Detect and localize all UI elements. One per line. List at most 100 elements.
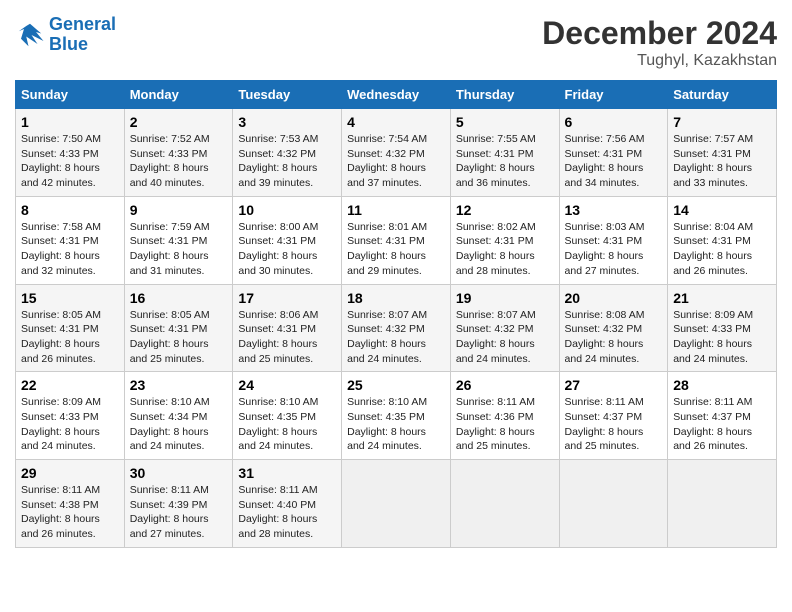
cell-text: Sunrise: 8:07 AMSunset: 4:32 PMDaylight:… (456, 308, 554, 367)
calendar-week-4: 22 Sunrise: 8:09 AMSunset: 4:33 PMDayligh… (16, 372, 777, 460)
cell-text: Sunrise: 8:04 AMSunset: 4:31 PMDaylight:… (673, 220, 771, 279)
calendar-cell: 1Sunrise: 7:50 AMSunset: 4:33 PMDaylight… (16, 109, 125, 197)
calendar-cell: 3 Sunrise: 7:53 AMSunset: 4:32 PMDaylight… (233, 109, 342, 197)
day-number: 5 (456, 114, 554, 130)
title-block: December 2024 Tughyl, Kazakhstan (542, 15, 777, 70)
calendar-cell: 11 Sunrise: 8:01 AMSunset: 4:31 PMDayligh… (342, 196, 451, 284)
day-number: 7 (673, 114, 771, 130)
day-number: 27 (565, 377, 663, 393)
calendar-cell (450, 460, 559, 548)
calendar-cell: 16Sunrise: 8:05 AMSunset: 4:31 PMDayligh… (124, 284, 233, 372)
calendar-cell: 28Sunrise: 8:11 AMSunset: 4:37 PMDayligh… (668, 372, 777, 460)
day-number: 6 (565, 114, 663, 130)
calendar-cell: 31Sunrise: 8:11 AMSunset: 4:40 PMDayligh… (233, 460, 342, 548)
calendar-week-2: 8Sunrise: 7:58 AMSunset: 4:31 PMDaylight… (16, 196, 777, 284)
day-number: 20 (565, 290, 663, 306)
dow-header-friday: Friday (559, 81, 668, 109)
calendar-cell: 13Sunrise: 8:03 AMSunset: 4:31 PMDayligh… (559, 196, 668, 284)
cell-text: Sunrise: 7:56 AMSunset: 4:31 PMDaylight:… (565, 132, 663, 191)
cell-text: Sunrise: 8:10 AMSunset: 4:35 PMDaylight:… (347, 395, 445, 454)
logo-icon (15, 20, 45, 50)
day-of-week-header-row: SundayMondayTuesdayWednesdayThursdayFrid… (16, 81, 777, 109)
cell-text: Sunrise: 8:05 AMSunset: 4:31 PMDaylight:… (21, 308, 119, 367)
day-number: 15 (21, 290, 119, 306)
calendar-cell: 9 Sunrise: 7:59 AMSunset: 4:31 PMDaylight… (124, 196, 233, 284)
cell-text: Sunrise: 8:11 AMSunset: 4:38 PMDaylight:… (21, 483, 119, 542)
calendar-cell: 26 Sunrise: 8:11 AMSunset: 4:36 PMDayligh… (450, 372, 559, 460)
calendar-cell: 29 Sunrise: 8:11 AMSunset: 4:38 PMDayligh… (16, 460, 125, 548)
cell-text: Sunrise: 8:08 AMSunset: 4:32 PMDaylight:… (565, 308, 663, 367)
day-number: 4 (347, 114, 445, 130)
calendar-cell: 4 Sunrise: 7:54 AMSunset: 4:32 PMDaylight… (342, 109, 451, 197)
cell-text: Sunrise: 7:52 AMSunset: 4:33 PMDaylight:… (130, 132, 228, 191)
cell-text: Sunrise: 8:09 AMSunset: 4:33 PMDaylight:… (673, 308, 771, 367)
cell-text: Sunrise: 8:10 AMSunset: 4:35 PMDaylight:… (238, 395, 336, 454)
day-number: 19 (456, 290, 554, 306)
day-number: 31 (238, 465, 336, 481)
calendar-cell: 7 Sunrise: 7:57 AMSunset: 4:31 PMDaylight… (668, 109, 777, 197)
cell-text: Sunrise: 7:58 AMSunset: 4:31 PMDaylight:… (21, 220, 119, 279)
cell-text: Sunrise: 7:53 AMSunset: 4:32 PMDaylight:… (238, 132, 336, 191)
calendar-cell: 27Sunrise: 8:11 AMSunset: 4:37 PMDayligh… (559, 372, 668, 460)
day-number: 24 (238, 377, 336, 393)
cell-text: Sunrise: 7:55 AMSunset: 4:31 PMDaylight:… (456, 132, 554, 191)
dow-header-monday: Monday (124, 81, 233, 109)
calendar-cell (342, 460, 451, 548)
calendar-cell: 2 Sunrise: 7:52 AMSunset: 4:33 PMDaylight… (124, 109, 233, 197)
cell-text: Sunrise: 8:09 AMSunset: 4:33 PMDaylight:… (21, 395, 119, 454)
cell-text: Sunrise: 7:57 AMSunset: 4:31 PMDaylight:… (673, 132, 771, 191)
calendar-cell (668, 460, 777, 548)
calendar-week-1: 1Sunrise: 7:50 AMSunset: 4:33 PMDaylight… (16, 109, 777, 197)
cell-text: Sunrise: 8:07 AMSunset: 4:32 PMDaylight:… (347, 308, 445, 367)
calendar-cell: 20 Sunrise: 8:08 AMSunset: 4:32 PMDayligh… (559, 284, 668, 372)
day-number: 12 (456, 202, 554, 218)
calendar-table: SundayMondayTuesdayWednesdayThursdayFrid… (15, 80, 777, 548)
calendar-cell: 25 Sunrise: 8:10 AMSunset: 4:35 PMDayligh… (342, 372, 451, 460)
day-number: 11 (347, 202, 445, 218)
day-number: 14 (673, 202, 771, 218)
day-number: 29 (21, 465, 119, 481)
dow-header-sunday: Sunday (16, 81, 125, 109)
calendar-week-5: 29 Sunrise: 8:11 AMSunset: 4:38 PMDayligh… (16, 460, 777, 548)
cell-text: Sunrise: 7:54 AMSunset: 4:32 PMDaylight:… (347, 132, 445, 191)
dow-header-wednesday: Wednesday (342, 81, 451, 109)
cell-text: Sunrise: 8:11 AMSunset: 4:37 PMDaylight:… (673, 395, 771, 454)
day-number: 2 (130, 114, 228, 130)
cell-text: Sunrise: 8:11 AMSunset: 4:39 PMDaylight:… (130, 483, 228, 542)
logo-text: General (49, 15, 116, 35)
calendar-cell: 19 Sunrise: 8:07 AMSunset: 4:32 PMDayligh… (450, 284, 559, 372)
day-number: 18 (347, 290, 445, 306)
page-header: General Blue December 2024 Tughyl, Kazak… (15, 15, 777, 70)
day-number: 30 (130, 465, 228, 481)
dow-header-thursday: Thursday (450, 81, 559, 109)
day-number: 13 (565, 202, 663, 218)
calendar-cell: 6 Sunrise: 7:56 AMSunset: 4:31 PMDaylight… (559, 109, 668, 197)
day-number: 10 (238, 202, 336, 218)
calendar-cell: 15 Sunrise: 8:05 AMSunset: 4:31 PMDayligh… (16, 284, 125, 372)
calendar-cell: 10 Sunrise: 8:00 AMSunset: 4:31 PMDayligh… (233, 196, 342, 284)
day-number: 21 (673, 290, 771, 306)
calendar-cell: 8Sunrise: 7:58 AMSunset: 4:31 PMDaylight… (16, 196, 125, 284)
cell-text: Sunrise: 8:00 AMSunset: 4:31 PMDaylight:… (238, 220, 336, 279)
calendar-cell: 22 Sunrise: 8:09 AMSunset: 4:33 PMDayligh… (16, 372, 125, 460)
calendar-cell: 12 Sunrise: 8:02 AMSunset: 4:31 PMDayligh… (450, 196, 559, 284)
day-number: 17 (238, 290, 336, 306)
day-number: 9 (130, 202, 228, 218)
day-number: 25 (347, 377, 445, 393)
cell-text: Sunrise: 8:11 AMSunset: 4:36 PMDaylight:… (456, 395, 554, 454)
cell-text: Sunrise: 8:06 AMSunset: 4:31 PMDaylight:… (238, 308, 336, 367)
cell-text: Sunrise: 7:59 AMSunset: 4:31 PMDaylight:… (130, 220, 228, 279)
calendar-cell: 17 Sunrise: 8:06 AMSunset: 4:31 PMDayligh… (233, 284, 342, 372)
dow-header-tuesday: Tuesday (233, 81, 342, 109)
day-number: 22 (21, 377, 119, 393)
month-title: December 2024 (542, 15, 777, 52)
cell-text: Sunrise: 8:02 AMSunset: 4:31 PMDaylight:… (456, 220, 554, 279)
calendar-cell (559, 460, 668, 548)
cell-text: Sunrise: 8:05 AMSunset: 4:31 PMDaylight:… (130, 308, 228, 367)
calendar-cell: 23Sunrise: 8:10 AMSunset: 4:34 PMDayligh… (124, 372, 233, 460)
cell-text: Sunrise: 8:01 AMSunset: 4:31 PMDaylight:… (347, 220, 445, 279)
cell-text: Sunrise: 8:10 AMSunset: 4:34 PMDaylight:… (130, 395, 228, 454)
calendar-cell: 5 Sunrise: 7:55 AMSunset: 4:31 PMDaylight… (450, 109, 559, 197)
day-number: 3 (238, 114, 336, 130)
day-number: 26 (456, 377, 554, 393)
